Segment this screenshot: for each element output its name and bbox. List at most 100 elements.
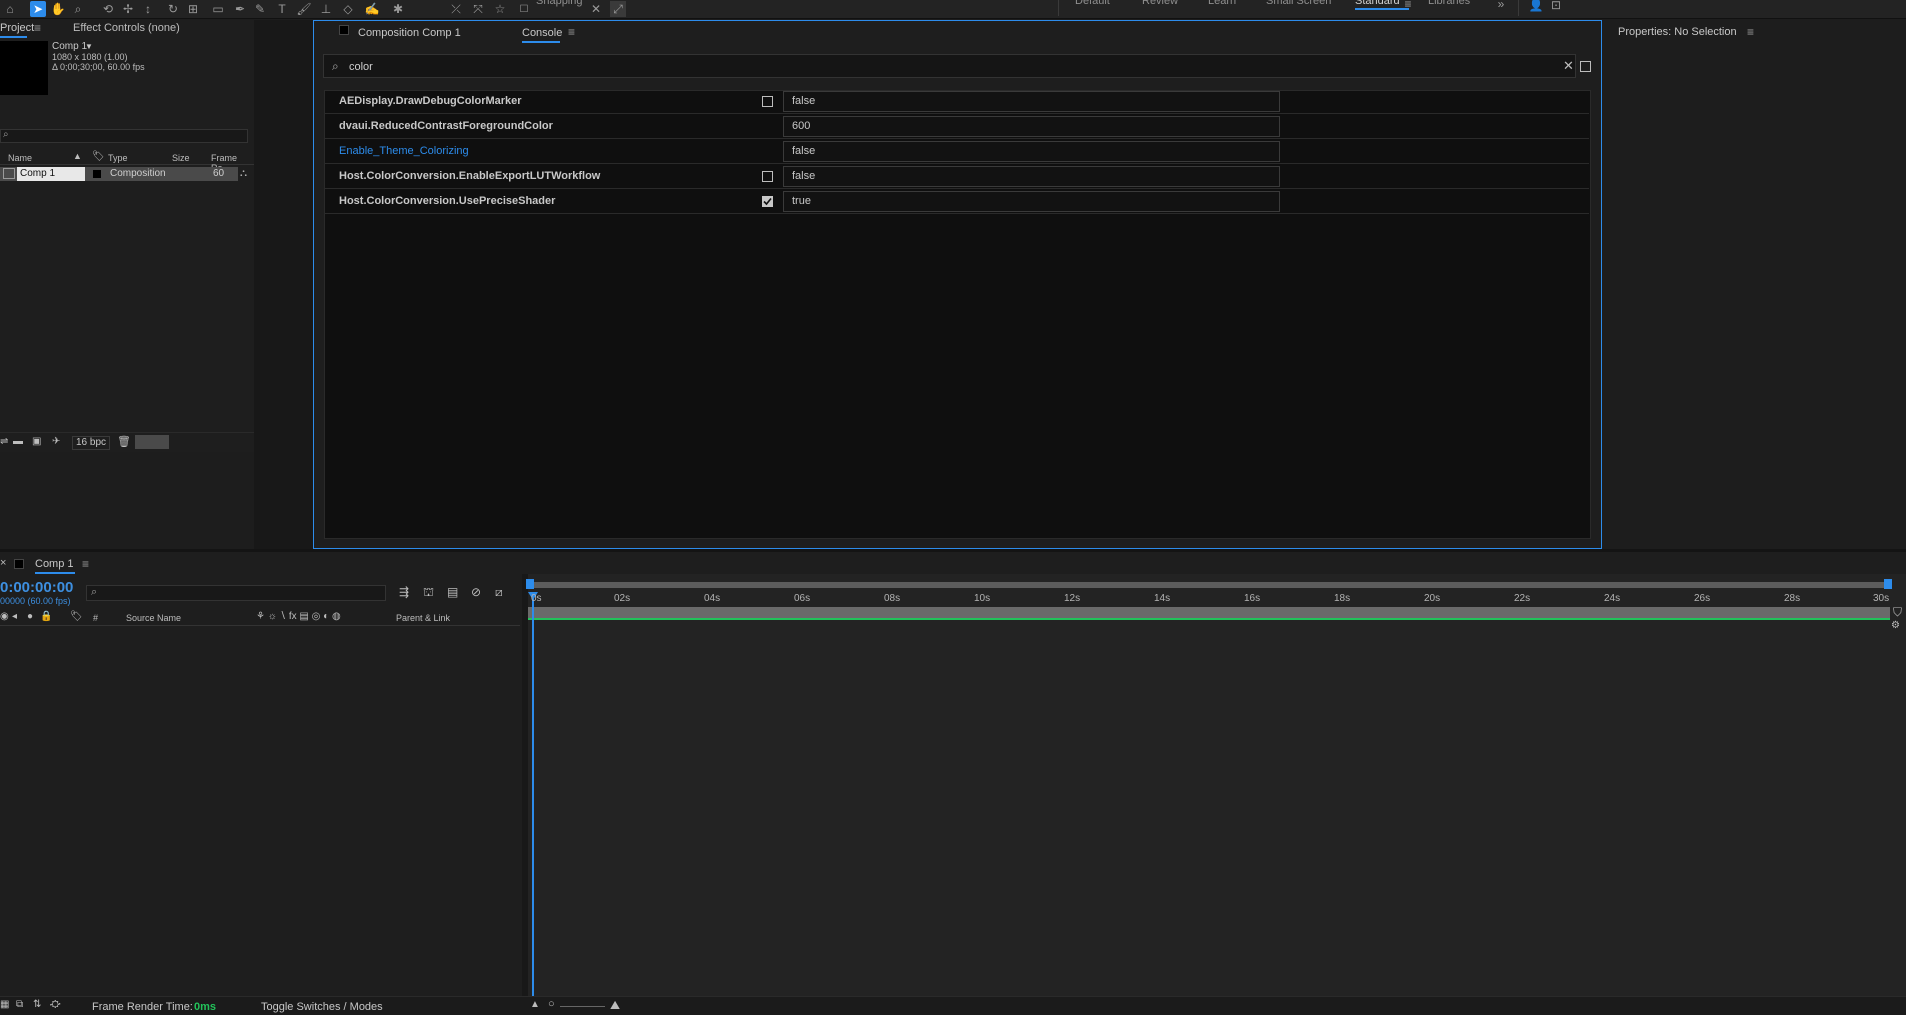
snap-x-icon[interactable]: ✕ [588,1,604,17]
workspace-libraries[interactable]: Libraries [1428,0,1470,14]
rotation-tool-icon[interactable]: ↻ [165,1,181,17]
motion-blur-icon[interactable]: ⊘ [471,585,481,599]
timeline-tab[interactable]: Comp 1 [35,558,74,570]
adjust-icon[interactable]: ✈ [52,436,60,447]
snapping-checkbox-icon[interactable]: ☐ [516,1,532,17]
audio-toggle-icon[interactable]: ◂ [12,611,17,622]
setting-checkbox-draw-debug[interactable] [762,96,773,107]
new-composition-icon[interactable]: ▣ [32,436,41,447]
project-tab[interactable]: Project [0,22,34,34]
current-timecode[interactable]: 0:00:00:00 [0,579,73,596]
console-search-input[interactable]: ⌕ color ✕ [323,54,1576,78]
interpret-footage-icon[interactable]: ⇌ [0,436,8,447]
shape-tool-icon[interactable]: ▭ [210,1,226,17]
pan-camera-icon[interactable]: ✢ [120,1,136,17]
home-icon[interactable]: ⌂ [2,1,18,17]
project-search-input[interactable]: ⌕ [0,129,248,143]
setting-value-precise-shader[interactable]: true [783,191,1280,212]
project-item-row[interactable]: Comp 1 Composition 60 [0,167,238,181]
zoom-out-icon[interactable]: ▲ [530,999,540,1010]
zoom-tool-icon[interactable]: ⌕ [70,1,86,17]
workspace-default[interactable]: Default [1075,0,1110,14]
item-name-field[interactable]: Comp 1 [17,167,85,181]
align-icon-1[interactable]: ⤫ [448,1,464,17]
time-navigator-bar[interactable] [528,582,1890,588]
workspace-menu-icon[interactable]: ≡ [1400,0,1416,12]
pen-alt-icon[interactable]: ✎ [252,1,268,17]
align-icon-2[interactable]: ⤧ [470,1,486,17]
console-menu-icon[interactable]: ≡ [568,25,575,39]
zoom-in-icon[interactable]: ⛰ [610,998,620,1013]
toggle-switches-modes-button[interactable]: Toggle Switches / Modes [261,1001,383,1013]
draft-3d-icon[interactable]: ⛫ [423,585,434,601]
size-column-header[interactable]: Size [172,153,190,163]
transfer-controls-pane-icon[interactable]: ⧉ [16,999,23,1010]
layer-label-tag-icon[interactable]: 🏷 [70,611,83,622]
workspace-review[interactable]: Review [1142,0,1178,14]
video-toggle-icon[interactable]: ◉ [0,611,9,622]
bit-depth-button[interactable]: 16 bpc [72,436,110,450]
share-icon[interactable]: ⊡ [1548,0,1564,13]
workspace-learn[interactable]: Learn [1208,0,1236,14]
orbit-camera-icon[interactable]: ⟲ [100,1,116,17]
type-column-header[interactable]: Type [108,153,128,163]
eraser-tool-icon[interactable]: ◇ [340,1,356,17]
source-name-header[interactable]: Source Name [126,613,181,623]
roto-brush-icon[interactable]: ✍ [364,1,380,17]
zoom-slider-track[interactable] [560,1006,605,1007]
user-icon[interactable]: 👤 [1528,0,1544,13]
thumbnail-transparency-swatch[interactable] [135,435,169,449]
puppet-tool-icon[interactable]: ✱ [390,1,406,17]
name-column-header[interactable]: Name [8,153,32,163]
timeline-lock-icon[interactable] [14,559,24,569]
zoom-slider-handle-icon[interactable]: ○ [548,998,555,1010]
setting-value-export-lut[interactable]: false [783,166,1280,187]
in-out-pane-icon[interactable]: ⇅ [33,999,41,1010]
effect-controls-tab[interactable]: Effect Controls (none) [73,22,180,34]
lock-toggle-icon[interactable]: 🔒 [40,611,52,622]
align-icon-3[interactable]: ☆ [492,1,508,17]
composition-lock-icon[interactable] [339,25,349,35]
label-tag-icon[interactable]: 🏷 [92,151,105,162]
properties-menu-icon[interactable]: ≡ [1747,25,1754,39]
render-time-pane-icon[interactable]: ⛮ [50,999,61,1010]
sort-arrow-icon[interactable]: ▲ [73,151,82,161]
frame-blending-icon[interactable]: ▤ [447,585,458,599]
comp-button-icon[interactable]: ⚙ [1891,620,1900,631]
project-menu-icon[interactable]: ≡ [34,21,41,35]
parent-link-header[interactable]: Parent & Link [396,613,450,623]
navigator-start-handle[interactable] [526,579,534,589]
timeline-search-input[interactable]: ⌕ [86,585,386,601]
playhead-line[interactable] [532,596,534,996]
composition-tab[interactable]: Composition Comp 1 [358,27,461,39]
composition-mini-flowchart-icon[interactable]: ⇶ [399,585,409,599]
type-tool-icon[interactable]: T [274,1,290,17]
trash-icon[interactable]: 🗑 [117,435,131,448]
comp-info-dropdown-icon[interactable]: ▼ [85,42,93,51]
more-workspaces-icon[interactable]: » [1493,0,1509,12]
pen-tool-icon[interactable]: ✒ [232,1,248,17]
navigator-end-handle[interactable] [1884,579,1892,589]
hand-tool-icon[interactable]: ✋ [50,1,66,17]
clear-search-icon[interactable]: ✕ [1563,58,1574,74]
properties-title[interactable]: Properties: No Selection [1618,26,1737,38]
dolly-camera-icon[interactable]: ↕ [140,1,156,17]
timeline-menu-icon[interactable]: ≡ [82,557,89,571]
setting-value-theme-colorizing[interactable]: false [783,141,1280,162]
flowchart-icon[interactable]: ⛬ [240,168,247,179]
layer-switches-pane-icon[interactable]: ▦ [0,999,9,1010]
solo-toggle-icon[interactable]: ● [27,611,33,622]
close-timeline-icon[interactable]: × [0,557,6,569]
new-folder-icon[interactable]: ▬ [13,436,23,447]
comp-marker-icon[interactable]: ⛉ [1893,605,1902,620]
setting-value-reduced-contrast[interactable]: 600 [783,116,1280,137]
workspace-standard[interactable]: Standard [1355,0,1400,14]
setting-value-draw-debug[interactable]: false [783,91,1280,112]
setting-checkbox-export-lut[interactable] [762,171,773,182]
snap-options-icon[interactable]: ⤢ [610,1,626,17]
console-options-checkbox[interactable] [1580,61,1591,72]
selection-tool-icon[interactable]: ➤ [30,1,46,17]
console-tab[interactable]: Console [522,27,562,39]
setting-checkbox-precise-shader[interactable] [762,196,773,207]
label-color-swatch[interactable] [93,170,101,178]
